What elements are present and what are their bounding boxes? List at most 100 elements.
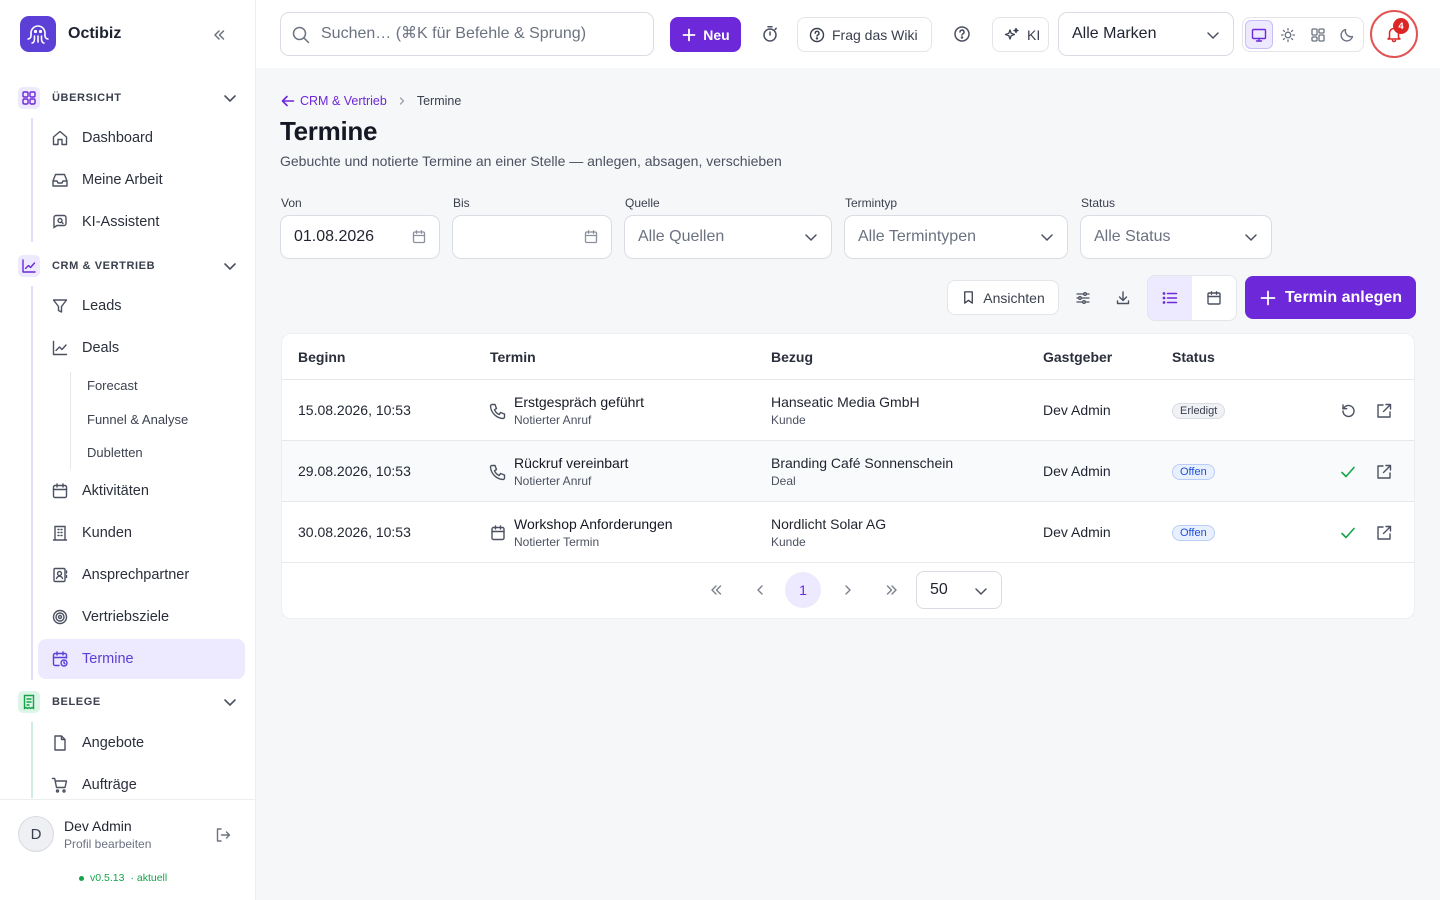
sidebar-item-aktivitaeten[interactable]: Aktivitäten [38,471,245,511]
table-row[interactable]: 15.08.2026, 10:53 Erstgespräch geführt N… [282,380,1414,441]
first-page-button[interactable] [698,572,734,608]
filter-quelle-select[interactable]: Alle Quellen [624,215,832,259]
page-size-value: 50 [930,581,948,598]
sidebar-item-label: Kunden [82,525,132,541]
chevron-down-icon [224,699,236,707]
filter-icon [52,299,68,313]
external-link-icon[interactable] [1375,402,1393,420]
sidebar-item-leads[interactable]: Leads [38,286,245,326]
layout-grid-button[interactable] [1304,20,1331,49]
page-1-button[interactable]: 1 [785,572,821,608]
sidebar-item-vertriebsziele[interactable]: Vertriebsziele [38,597,245,637]
create-appointment-button[interactable]: Termin anlegen [1245,276,1416,319]
export-button[interactable] [1110,280,1136,315]
brand-select-value: Alle Marken [1072,25,1157,42]
check-icon[interactable] [1339,524,1357,542]
sidebar-item-label: Meine Arbeit [82,172,163,188]
sidebar-subitem-dubletten[interactable]: Dubletten [87,445,143,460]
cell-termin-title[interactable]: Erstgespräch geführt [514,394,644,410]
topbar: Neu Frag das Wiki KI Alle Marken 4 [256,0,1440,68]
theme-system-button[interactable] [1245,20,1273,49]
sidebar-item-label: Angebote [82,735,145,751]
new-button[interactable]: Neu [670,17,741,52]
filter-von-date[interactable]: 01.08.2026 [280,215,440,259]
cell-bezug[interactable]: Branding Café Sonnenschein [771,455,953,471]
cell-bezug[interactable]: Hanseatic Media GmbH [771,394,920,410]
logout-button[interactable] [214,826,232,844]
cell-termin-title[interactable]: Rückruf vereinbart [514,455,628,471]
section-belege[interactable]: BELEGE [18,688,244,716]
column-header-status[interactable]: Status [1172,349,1215,365]
search-box[interactable] [280,12,654,56]
user-name[interactable]: Dev Admin [64,818,132,834]
sidebar-item-deals[interactable]: Deals [38,328,245,368]
filter-status-select[interactable]: Alle Status [1080,215,1272,259]
last-page-button[interactable] [874,572,910,608]
external-link-icon[interactable] [1375,524,1393,542]
filter-bis-date[interactable] [452,215,612,259]
section-uebersicht[interactable]: ÜBERSICHT [18,84,244,112]
sidebar-item-dashboard[interactable]: Dashboard [38,118,245,158]
cell-termin-title[interactable]: Workshop Anforderungen [514,516,673,532]
sidebar-subitem-forecast[interactable]: Forecast [87,378,138,393]
help-circle-icon [954,26,970,42]
filter-quelle-label: Quelle [625,196,660,210]
filter-bis-label: Bis [453,196,470,210]
breadcrumb: CRM & Vertrieb Termine [280,93,461,109]
chevrons-left-icon [214,30,225,40]
sidebar-subitem-funnel[interactable]: Funnel & Analyse [87,412,188,427]
calendar-view-button[interactable] [1192,276,1236,320]
tree-line [31,722,33,798]
cell-bezug[interactable]: Nordlicht Solar AG [771,516,886,532]
calendar-clock-icon [52,651,68,667]
phone-icon [489,464,506,481]
status-badge: Erledigt [1172,403,1226,419]
table-row[interactable]: 30.08.2026, 10:53 Workshop Anforderungen… [282,502,1414,563]
sidebar-item-angebote[interactable]: Angebote [38,723,245,763]
column-header-gastgeber[interactable]: Gastgeber [1043,349,1112,365]
next-page-button[interactable] [830,572,866,608]
help-button[interactable] [950,22,974,46]
breadcrumb-back-link[interactable]: CRM & Vertrieb [280,93,387,109]
sidebar-item-auftraege[interactable]: Aufträge [38,765,245,798]
ai-button[interactable]: KI [992,17,1049,52]
column-header-beginn[interactable]: Beginn [298,349,345,365]
external-link-icon[interactable] [1375,463,1393,481]
sidebar-item-kunden[interactable]: Kunden [38,513,245,553]
page-size-select[interactable]: 50 [916,571,1002,609]
collapse-sidebar-button[interactable] [208,24,230,46]
theme-dark-button[interactable] [1334,20,1361,49]
edit-profile-link[interactable]: Profil bearbeiten [64,837,151,851]
ask-wiki-button[interactable]: Frag das Wiki [797,17,932,52]
filter-termintyp-value: Alle Termintypen [858,228,976,245]
cart-icon [51,777,68,793]
sidebar-item-ki-assistent[interactable]: KI-Assistent [38,202,245,242]
inbox-icon [52,173,68,187]
undo-icon[interactable] [1339,402,1357,420]
sidebar-item-ansprechpartner[interactable]: Ansprechpartner [38,555,245,595]
check-icon[interactable] [1339,463,1357,481]
sidebar-item-termine[interactable]: Termine [38,639,245,679]
notifications-button[interactable] [1370,10,1418,58]
theme-light-button[interactable] [1275,20,1302,49]
section-crm-vertrieb[interactable]: CRM & VERTRIEB [18,252,244,280]
previous-page-button[interactable] [742,572,778,608]
grid-icon [18,87,40,109]
search-input[interactable] [321,25,641,43]
sidebar-item-meine-arbeit[interactable]: Meine Arbeit [38,160,245,200]
filter-termintyp-select[interactable]: Alle Termintypen [844,215,1068,259]
column-settings-button[interactable] [1070,280,1096,315]
avatar[interactable]: D [18,816,54,852]
chevron-down-icon [224,95,236,103]
timer-button[interactable] [758,22,782,46]
brand[interactable]: Octibiz [20,16,121,52]
list-view-button[interactable] [1148,276,1192,320]
column-header-bezug[interactable]: Bezug [771,349,813,365]
views-button[interactable]: Ansichten [947,280,1059,315]
column-header-termin[interactable]: Termin [490,349,536,365]
filter-von-value: 01.08.2026 [294,228,375,245]
calendar-icon [1207,291,1221,305]
bookmark-icon [964,291,974,304]
brand-select[interactable]: Alle Marken [1058,12,1234,56]
table-row[interactable]: 29.08.2026, 10:53 Rückruf vereinbart Not… [282,441,1414,502]
